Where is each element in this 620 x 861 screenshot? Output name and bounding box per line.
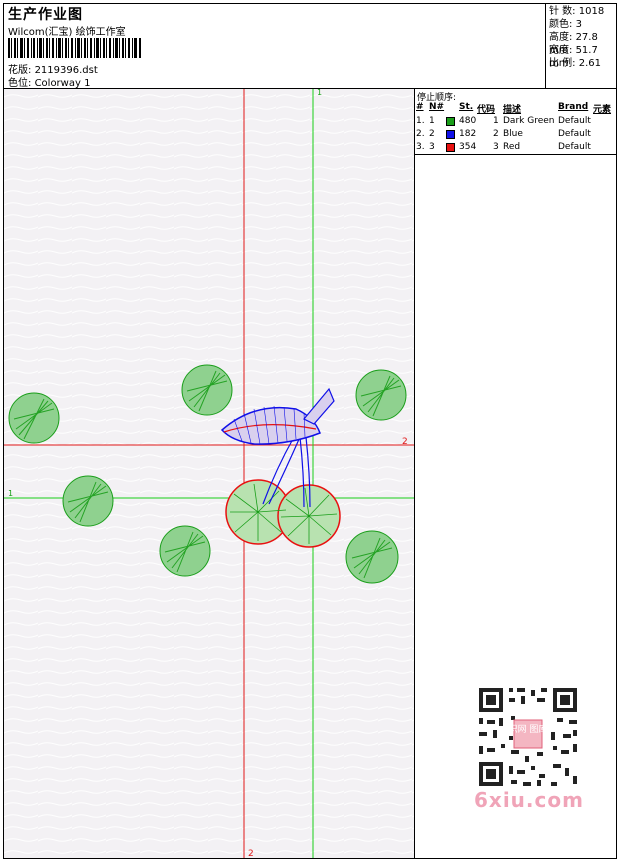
panel-separator bbox=[415, 154, 616, 155]
embroidery-preview: 1 1 2 2 bbox=[4, 89, 414, 858]
color-swatch bbox=[446, 130, 455, 139]
stat-height: 高度: 27.8 mm bbox=[549, 32, 598, 56]
watermark-text: 6xiu.com bbox=[474, 788, 584, 812]
color-swatch bbox=[446, 117, 455, 126]
color-swatch bbox=[446, 143, 455, 152]
stats-box: 针 数: 1018 颜色: 3 高度: 27.8 mm 宽度: 51.7 mm … bbox=[545, 3, 617, 88]
col-number: N# bbox=[429, 102, 445, 112]
table-row[interactable]: 3. 3 354 3 Red Default bbox=[415, 141, 616, 154]
design-canvas[interactable]: 1 1 2 2 bbox=[4, 89, 414, 858]
col-element: 元素 bbox=[593, 105, 612, 115]
qr-badge-text: 织网 图库 bbox=[509, 723, 548, 735]
red-v-label: 2 bbox=[248, 849, 254, 858]
qr-code: 织网 图库 bbox=[471, 680, 585, 794]
col-stitches: St. bbox=[459, 102, 474, 112]
table-row[interactable]: 1. 1 480 1 Dark Green Default bbox=[415, 115, 616, 128]
col-brand: Brand bbox=[558, 102, 589, 112]
stat-stitches: 针 数: 1018 bbox=[549, 6, 605, 17]
green-h-label: 1 bbox=[8, 489, 13, 498]
stat-scale: 比 例: 2.61 bbox=[549, 58, 602, 69]
studio-name: Wilcom(汇宝) 绘饰工作室 bbox=[8, 27, 126, 38]
stat-colors: 颜色: 3 bbox=[549, 19, 582, 30]
col-code: 代码 bbox=[477, 105, 496, 115]
barcode bbox=[8, 38, 141, 58]
col-description: 描述 bbox=[503, 105, 522, 115]
red-h-label: 2 bbox=[402, 437, 408, 447]
col-index: # bbox=[416, 102, 424, 112]
page-title: 生产作业图 bbox=[8, 7, 83, 23]
green-v-label: 1 bbox=[317, 89, 322, 97]
table-row[interactable]: 2. 2 182 2 Blue Default bbox=[415, 128, 616, 141]
stat-width: 宽度: 51.7 mm bbox=[549, 45, 598, 69]
colorway-line: 色位: Colorway 1 bbox=[8, 74, 90, 89]
